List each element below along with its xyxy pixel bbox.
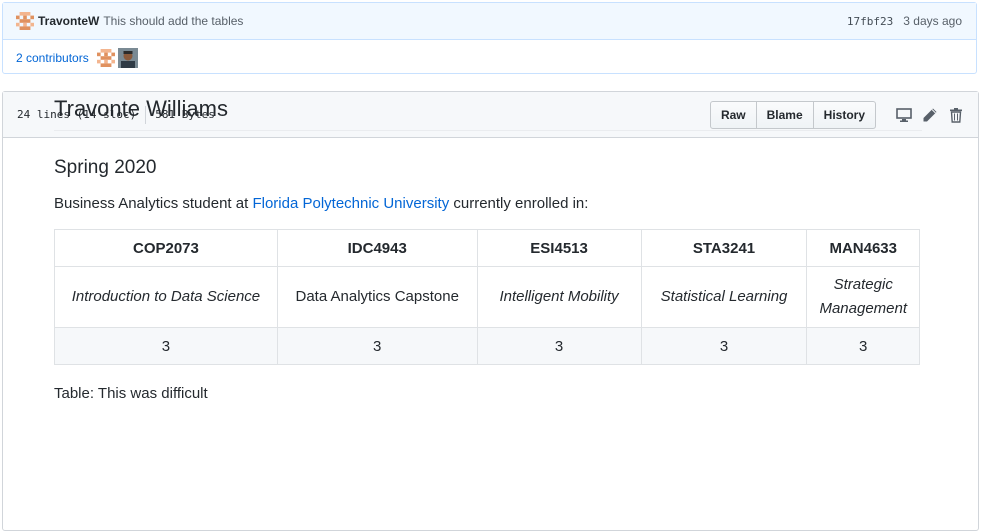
- commit-author-link[interactable]: TravonteW: [38, 14, 99, 28]
- course-code: IDC4943: [276, 229, 478, 267]
- intro-text-before: Business Analytics student at: [54, 195, 253, 212]
- commit-age: 3 days ago: [903, 14, 962, 28]
- trash-icon[interactable]: [948, 107, 964, 123]
- readme-content: Travonte Williams Spring 2020 Business A…: [54, 96, 922, 402]
- latest-commit-box: TravonteW This should add the tables 17f…: [2, 2, 977, 74]
- course-credits: 3: [276, 327, 478, 365]
- course-credits: 3: [476, 327, 642, 365]
- university-link[interactable]: Florida Polytechnic University: [252, 195, 449, 212]
- readme-title: Travonte Williams: [54, 96, 922, 131]
- intro-text-after: currently enrolled in:: [449, 195, 589, 212]
- readme-intro: Business Analytics student at Florida Po…: [54, 195, 922, 212]
- course-credits: 3: [806, 327, 920, 365]
- table-caption: Table: This was difficult: [54, 385, 208, 402]
- contributors-row: 2 contributors: [3, 40, 976, 75]
- table-header-row: COP2073 IDC4943 ESI4513 STA3241 MAN4633: [54, 229, 920, 267]
- pencil-icon[interactable]: [922, 107, 938, 123]
- course-name: Introduction to Data Science: [54, 266, 278, 328]
- course-name: Statistical Learning: [640, 266, 808, 328]
- course-code: MAN4633: [806, 229, 920, 267]
- author-identicon[interactable]: [16, 12, 34, 30]
- course-code: ESI4513: [476, 229, 642, 267]
- contributor-avatar[interactable]: [117, 47, 138, 68]
- course-code: STA3241: [640, 229, 808, 267]
- contributors-link[interactable]: 2 contributors: [16, 51, 89, 65]
- course-credits: 3: [54, 327, 278, 365]
- commit-message[interactable]: This should add the tables: [103, 14, 243, 28]
- course-code: COP2073: [54, 229, 278, 267]
- course-name: Intelligent Mobility: [476, 266, 642, 328]
- courses-table: COP2073 IDC4943 ESI4513 STA3241 MAN4633 …: [54, 229, 920, 365]
- table-row: Introduction to Data Science Data Analyt…: [54, 266, 920, 328]
- course-credits: 3: [640, 327, 808, 365]
- readme-subtitle: Spring 2020: [54, 157, 157, 178]
- contributor-identicon[interactable]: [96, 48, 115, 67]
- commit-sha[interactable]: 17fbf23: [847, 15, 893, 28]
- course-name: Strategic Management: [806, 266, 920, 328]
- commit-bar: TravonteW This should add the tables 17f…: [3, 3, 976, 40]
- course-name: Data Analytics Capstone: [276, 266, 478, 328]
- table-row: 3 3 3 3 3: [54, 327, 920, 365]
